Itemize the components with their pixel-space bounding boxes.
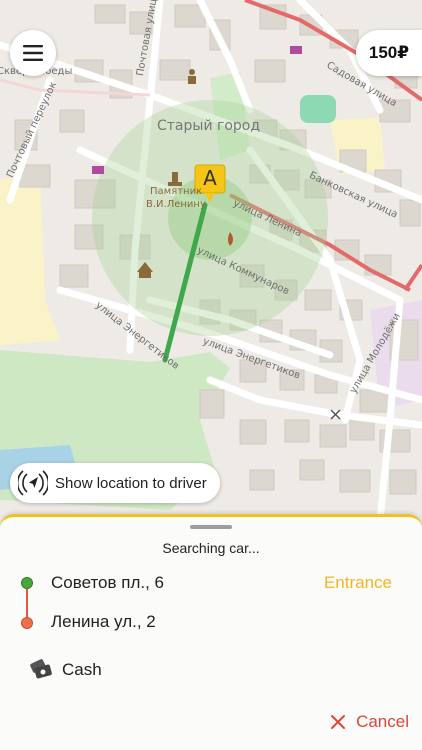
search-status: Searching car... bbox=[162, 540, 260, 556]
district-label: Старый город bbox=[157, 118, 261, 134]
show-location-label: Show location to driver bbox=[55, 474, 207, 492]
person-icon bbox=[188, 69, 196, 84]
show-location-button[interactable]: Show location to driver bbox=[10, 463, 220, 503]
cash-icon bbox=[30, 659, 52, 679]
land-area bbox=[0, 170, 45, 310]
hamburger-menu-icon bbox=[23, 45, 43, 61]
payment-label: Cash bbox=[62, 660, 102, 679]
cancel-button[interactable]: Cancel bbox=[330, 712, 409, 732]
pickup-dot-icon bbox=[21, 577, 33, 589]
menu-button[interactable] bbox=[10, 30, 56, 76]
cancel-label: Cancel bbox=[356, 712, 409, 731]
location-broadcast-icon bbox=[18, 470, 48, 496]
pickup-marker-letter: A bbox=[203, 166, 217, 190]
order-sheet: Searching car... Советов пл., 6 Ленина у… bbox=[0, 514, 422, 750]
monument-label: В.И.Ленину bbox=[146, 199, 206, 210]
dropoff-dot-icon bbox=[21, 617, 33, 629]
price-badge[interactable]: 150₽ bbox=[356, 30, 422, 76]
entrance-button[interactable]: Entrance bbox=[324, 573, 392, 593]
pickup-address[interactable]: Советов пл., 6 bbox=[51, 573, 164, 593]
monument-label: Памятник bbox=[150, 186, 203, 197]
pond bbox=[300, 95, 336, 123]
sheet-handle[interactable] bbox=[190, 525, 232, 529]
payment-method[interactable]: Cash bbox=[28, 659, 102, 681]
close-icon bbox=[331, 715, 346, 729]
dropoff-address[interactable]: Ленина ул., 2 bbox=[51, 612, 156, 632]
